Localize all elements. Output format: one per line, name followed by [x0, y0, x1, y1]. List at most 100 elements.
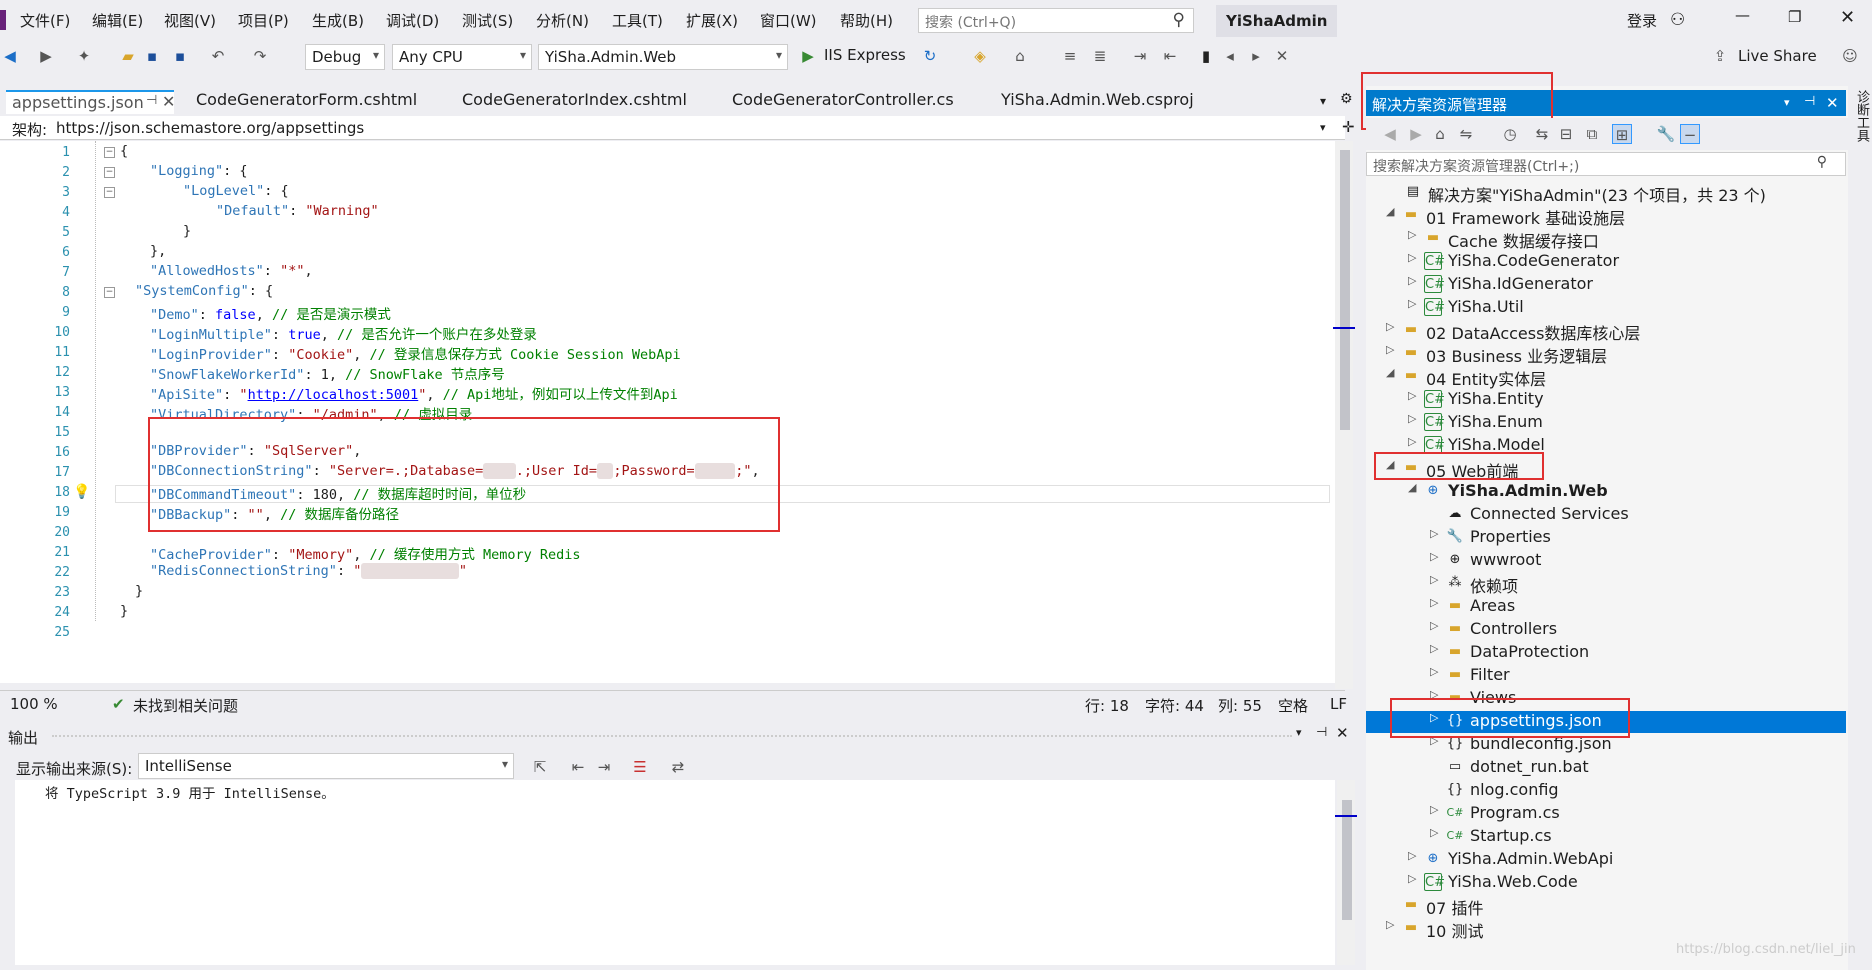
expand-arrow-icon[interactable]: ▷	[1430, 527, 1442, 540]
refresh-icon[interactable]: ↻	[920, 46, 940, 66]
fold-toggle-2[interactable]: −	[104, 167, 115, 178]
browser-link-icon[interactable]: ◈	[970, 46, 990, 66]
output-content[interactable]: 将 TypeScript 3.9 用于 IntelliSense。	[15, 780, 1357, 965]
expand-arrow-icon[interactable]: ▷	[1386, 918, 1398, 931]
expand-arrow-icon[interactable]: ▷	[1430, 803, 1442, 816]
tree-item[interactable]: ▷ ⁂ 依赖项	[1366, 573, 1846, 596]
se-home-icon[interactable]: ⌂	[1430, 124, 1450, 144]
menu-test[interactable]: 测试(S)	[462, 10, 513, 31]
menu-file[interactable]: 文件(F)	[20, 10, 70, 31]
tab-appsettings[interactable]: appsettings.json ⊣ ✕	[6, 90, 175, 114]
tree-item[interactable]: ▤ 解决方案"YiShaAdmin"(23 个项目，共 23 个)	[1366, 182, 1846, 205]
tree-item[interactable]: ▷ ▬ Filter	[1366, 665, 1846, 687]
schema-url[interactable]: https://json.schemastore.org/appsettings	[56, 119, 364, 137]
save-icon[interactable]: ▪	[142, 46, 162, 66]
login-link[interactable]: 登录	[1627, 10, 1657, 31]
menu-tools[interactable]: 工具(T)	[612, 10, 663, 31]
editor-scroll-thumb[interactable]	[1340, 150, 1350, 430]
prev-bookmark-icon[interactable]: ◂	[1220, 46, 1240, 66]
zoom-select[interactable]: 100 %	[10, 695, 58, 713]
tree-item[interactable]: ◢ ⊕ YiSha.Admin.Web	[1366, 481, 1846, 503]
schema-dropdown-icon[interactable]: ▾	[1320, 121, 1326, 134]
user-icon[interactable]: ⚇	[1670, 10, 1685, 30]
next-message-icon[interactable]: ⇥	[594, 757, 614, 777]
collapse-arrow-icon[interactable]: ◢	[1408, 481, 1420, 494]
tree-item[interactable]: ▷ ▬ 03 Business 业务逻辑层	[1366, 343, 1846, 366]
open-icon[interactable]: ▰	[118, 46, 138, 66]
expand-arrow-icon[interactable]: ▷	[1408, 297, 1420, 310]
menu-help[interactable]: 帮助(H)	[840, 10, 893, 31]
save-all-icon[interactable]: ▪	[170, 46, 190, 66]
tree-item[interactable]: ▷ ▬ 10 测试	[1366, 918, 1846, 941]
tree-item[interactable]: ▷ 🔧 Properties	[1366, 527, 1846, 549]
expand-arrow-icon[interactable]: ▷	[1430, 665, 1442, 678]
menu-edit[interactable]: 编辑(E)	[92, 10, 143, 31]
search-input[interactable]: 搜索 (Ctrl+Q) ⚲	[918, 8, 1194, 33]
se-dropdown-icon[interactable]: ▾	[1784, 96, 1790, 109]
tab-overflow-icon[interactable]: ▾	[1320, 94, 1326, 108]
run-button[interactable]: IIS Express	[824, 46, 906, 64]
output-grip[interactable]	[52, 735, 1292, 737]
tree-item[interactable]: ◢ ▬ 01 Framework 基础设施层	[1366, 205, 1846, 228]
settings-icon[interactable]: ⚙	[1340, 91, 1353, 107]
tab-codegencontroller[interactable]: CodeGeneratorController.cs	[732, 90, 954, 114]
new-project-icon[interactable]: ✦	[74, 46, 94, 66]
next-bookmark-icon[interactable]: ▸	[1246, 46, 1266, 66]
expand-arrow-icon[interactable]: ▷	[1408, 228, 1420, 241]
se-forward-icon[interactable]: ▶	[1406, 124, 1426, 144]
outdent-icon[interactable]: ⇤	[1160, 46, 1180, 66]
minimize-icon[interactable]: —	[1735, 6, 1750, 24]
se-back-icon[interactable]: ◀	[1380, 124, 1400, 144]
redo-icon[interactable]: ↷	[250, 46, 270, 66]
expand-arrow-icon[interactable]: ▷	[1430, 596, 1442, 609]
tree-item[interactable]: ▷ C# YiSha.Web.Code	[1366, 872, 1846, 894]
menu-extensions[interactable]: 扩展(X)	[686, 10, 738, 31]
feedback-icon[interactable]: ☺	[1840, 46, 1860, 66]
se-switch-views-icon[interactable]: ⇋	[1456, 124, 1476, 144]
tree-item[interactable]: ☁ Connected Services	[1366, 504, 1846, 526]
se-preview-icon[interactable]: ⊞	[1612, 124, 1632, 144]
live-share-button[interactable]: Live Share	[1738, 47, 1817, 65]
collapse-arrow-icon[interactable]: ◢	[1386, 366, 1398, 379]
config-select[interactable]: Debug	[305, 44, 385, 70]
expand-arrow-icon[interactable]: ▷	[1430, 642, 1442, 655]
se-show-all-icon[interactable]: ⧉	[1582, 124, 1602, 144]
split-icon[interactable]: ✛	[1342, 118, 1355, 136]
tree-item[interactable]: ▷ ⊕ wwwroot	[1366, 550, 1846, 572]
close-icon[interactable]: ✕	[1840, 7, 1855, 28]
menu-debug[interactable]: 调试(D)	[386, 10, 439, 31]
tab-csproj[interactable]: YiSha.Admin.Web.csproj	[1001, 90, 1194, 114]
expand-arrow-icon[interactable]: ▷	[1430, 826, 1442, 839]
se-pin-icon[interactable]: ⊣	[1804, 94, 1815, 109]
clear-bookmark-icon[interactable]: ✕	[1272, 46, 1292, 66]
back-icon[interactable]: ◀	[0, 46, 20, 66]
output-scroll-thumb[interactable]	[1342, 800, 1352, 920]
pin-icon[interactable]: ⊣	[146, 93, 157, 108]
fold-toggle-3[interactable]: −	[104, 187, 115, 198]
se-collapse-icon[interactable]: ⊟	[1556, 124, 1576, 144]
tree-item[interactable]: ▷ C# YiSha.Enum	[1366, 412, 1846, 434]
expand-arrow-icon[interactable]: ▷	[1408, 872, 1420, 885]
tree-item[interactable]: ▷ ⊕ YiSha.Admin.WebApi	[1366, 849, 1846, 871]
tree-item[interactable]: ▷ ▬ 02 DataAccess数据库核心层	[1366, 320, 1846, 343]
uncomment-icon[interactable]: ≣	[1090, 46, 1110, 66]
word-wrap-icon[interactable]: ⇄	[668, 757, 688, 777]
comment-icon[interactable]: ≡	[1060, 46, 1080, 66]
expand-arrow-icon[interactable]: ▷	[1408, 849, 1420, 862]
output-dropdown-icon[interactable]: ▾	[1296, 726, 1302, 739]
expand-arrow-icon[interactable]: ▷	[1430, 550, 1442, 563]
output-pin-icon[interactable]: ⊣	[1316, 725, 1327, 740]
expand-arrow-icon[interactable]: ▷	[1408, 389, 1420, 402]
platform-select[interactable]: Any CPU	[392, 44, 532, 70]
tree-item[interactable]: ▷ C# YiSha.Util	[1366, 297, 1846, 319]
tree-item[interactable]: ▷ ▬ Areas	[1366, 596, 1846, 618]
forward-icon[interactable]: ▶	[36, 46, 56, 66]
undo-icon[interactable]: ↶	[208, 46, 228, 66]
menu-project[interactable]: 项目(P)	[238, 10, 289, 31]
expand-arrow-icon[interactable]: ▷	[1430, 619, 1442, 632]
tree-item[interactable]: ▷ C# Program.cs	[1366, 803, 1846, 825]
tree-item[interactable]: ▷ C# YiSha.Entity	[1366, 389, 1846, 411]
expand-arrow-icon[interactable]: ▷	[1430, 573, 1442, 586]
expand-arrow-icon[interactable]: ▷	[1386, 343, 1398, 356]
tab-codegenform[interactable]: CodeGeneratorForm.cshtml	[196, 90, 417, 114]
